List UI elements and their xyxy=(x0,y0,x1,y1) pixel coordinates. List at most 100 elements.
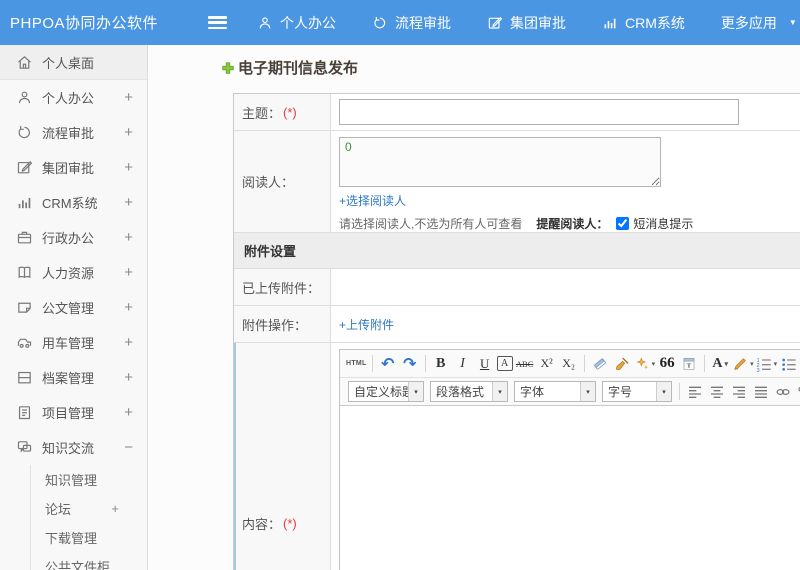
custom-title-select[interactable]: 自定义标题▾ xyxy=(348,381,424,402)
nav-item-CRM系统[interactable]: CRM系统 xyxy=(602,13,685,33)
unlink-icon[interactable] xyxy=(795,382,800,402)
bold-icon[interactable]: B xyxy=(431,354,451,374)
rich-text-editor: HTML↶↷BIUAABCX²X₂▾66A▾▾▾ 自定义标题▾段落格式▾字体▾字… xyxy=(339,349,800,570)
subject-row: 主题： (*) xyxy=(234,94,800,131)
sidebar-item-个人办公[interactable]: 个人办公 + xyxy=(0,80,147,115)
align-justify-icon[interactable] xyxy=(751,382,771,402)
font-color-icon[interactable]: A ▾ xyxy=(710,354,730,374)
app-header: PHPOA协同办公软件 个人办公 流程审批 集团审批 CRM系统 更多应用 ▼ xyxy=(0,0,800,45)
sidebar-item-label: 个人桌面 xyxy=(42,55,95,71)
readers-textarea[interactable]: 0 xyxy=(339,137,661,187)
select-label: 字号 xyxy=(608,385,633,399)
link-icon xyxy=(775,384,791,400)
nav-label: 更多应用 xyxy=(720,14,777,31)
sidebar-item-知识交流[interactable]: 知识交流 − xyxy=(0,430,147,465)
align-right-icon xyxy=(731,384,747,400)
align-left-icon[interactable] xyxy=(685,382,705,402)
html-source-button[interactable]: HTML xyxy=(346,354,367,374)
sidebar-subitem-label: 公共文件柜 xyxy=(45,560,111,570)
menu-icon[interactable] xyxy=(208,16,227,29)
chat-icon xyxy=(16,439,33,456)
sidebar-item-CRM系统[interactable]: CRM系统 + xyxy=(0,185,147,220)
subscript-icon[interactable]: X₂ xyxy=(559,354,579,374)
attach-ops-row: 附件操作： +上传附件 xyxy=(234,306,800,343)
nav-item-个人办公[interactable]: 个人办公 xyxy=(257,13,336,33)
expand-icon[interactable]: + xyxy=(124,264,133,281)
content-cell: HTML↶↷BIUAABCX²X₂▾66A▾▾▾ 自定义标题▾段落格式▾字体▾字… xyxy=(331,343,800,570)
expand-icon[interactable]: + xyxy=(124,89,133,106)
align-right-icon[interactable] xyxy=(729,382,749,402)
sidebar-item-档案管理[interactable]: 档案管理 + xyxy=(0,360,147,395)
sidebar-item-用车管理[interactable]: 用车管理 + xyxy=(0,325,147,360)
caret-down-icon[interactable]: ▾ xyxy=(408,382,423,401)
editor-toolbar-row1: HTML ↶ ↷ B I U A ABC X² X₂ ▾ 66 A ▾ ▾ ▾ xyxy=(340,350,800,378)
sidebar-subitem-label: 论坛 xyxy=(45,502,72,517)
sidebar-subitem-论坛[interactable]: 论坛 + xyxy=(31,494,147,523)
expand-icon[interactable]: − xyxy=(124,439,133,456)
ordered-list-icon[interactable]: ▾ xyxy=(756,354,777,374)
expand-icon[interactable]: + xyxy=(124,194,133,211)
font-style-icon[interactable]: A xyxy=(496,356,513,371)
ol-icon xyxy=(756,356,772,372)
expand-icon[interactable]: + xyxy=(124,124,133,141)
editor-toolbar-row2: 自定义标题▾ 段落格式▾ 字体▾ 字号 ▾ xyxy=(340,378,800,406)
sidebar-item-集团审批[interactable]: 集团审批 + xyxy=(0,150,147,185)
clipboard-icon xyxy=(681,356,697,372)
expand-icon[interactable]: + xyxy=(124,159,133,176)
sidebar-item-label: 档案管理 xyxy=(42,371,95,386)
sidebar-item-项目管理[interactable]: 项目管理 + xyxy=(0,395,147,430)
font-family-select[interactable]: 字体 ▾ xyxy=(514,381,596,402)
uploaded-label: 已上传附件： xyxy=(242,280,321,296)
sms-checkbox[interactable] xyxy=(616,217,630,230)
sms-label: 短消息提示 xyxy=(633,217,694,231)
expand-icon[interactable]: + xyxy=(124,369,133,386)
underline-icon[interactable]: U xyxy=(475,354,495,374)
uploaded-row: 已上传附件： xyxy=(234,269,800,306)
caret-down-icon[interactable]: ▾ xyxy=(580,382,595,401)
nav-item-集团审批[interactable]: 集团审批 xyxy=(487,13,566,33)
upload-attachment-link[interactable]: +上传附件 xyxy=(339,316,394,333)
font-size-select[interactable]: 字号 ▾ xyxy=(602,381,672,402)
italic-icon[interactable]: I xyxy=(453,354,473,374)
expand-icon[interactable]: + xyxy=(124,299,133,316)
sidebar-item-流程审批[interactable]: 流程审批 + xyxy=(0,115,147,150)
paragraph-select[interactable]: 段落格式 ▾ xyxy=(430,381,508,402)
nav-item-流程审批[interactable]: 流程审批 xyxy=(372,13,451,33)
nav-label: 集团审批 xyxy=(510,14,566,31)
expand-icon[interactable]: + xyxy=(124,334,133,351)
format-brush-icon[interactable] xyxy=(612,354,632,374)
sidebar-item-公文管理[interactable]: 公文管理 + xyxy=(0,290,147,325)
choose-readers-link[interactable]: +选择阅读人 xyxy=(339,192,406,209)
caret-down-icon[interactable]: ▾ xyxy=(492,382,507,401)
blockquote-icon[interactable]: 66 xyxy=(657,354,677,374)
unordered-list-icon[interactable] xyxy=(779,354,799,374)
caret-down-icon[interactable]: ▾ xyxy=(656,382,671,401)
align-center-icon[interactable] xyxy=(707,382,727,402)
expand-icon[interactable]: + xyxy=(124,229,133,246)
readers-row: 阅读人： 0 +选择阅读人 请选择阅读人,不选为所有人可查看 提醒阅读人： 短消… xyxy=(234,131,800,233)
sidebar-subitem-下载管理[interactable]: 下载管理 xyxy=(31,523,147,552)
strikethrough-icon[interactable]: ABC xyxy=(515,354,535,374)
sidebar-item-行政办公[interactable]: 行政办公 + xyxy=(0,220,147,255)
sidebar-subitem-知识管理[interactable]: 知识管理 xyxy=(31,465,147,494)
sidebar-subitem-公共文件柜[interactable]: 公共文件柜 xyxy=(31,552,147,570)
link-icon[interactable] xyxy=(773,382,793,402)
subject-input[interactable] xyxy=(339,99,739,125)
superscript-icon[interactable]: X² xyxy=(537,354,557,374)
redo-icon[interactable]: ↷ xyxy=(400,354,420,374)
nav-item-更多应用[interactable]: 更多应用 ▼ xyxy=(721,13,797,33)
undo-icon[interactable]: ↶ xyxy=(378,354,398,374)
autotypeset-icon[interactable]: ▾ xyxy=(634,354,655,374)
expand-icon[interactable]: + xyxy=(111,501,119,516)
paste-text-icon[interactable] xyxy=(679,354,699,374)
project-icon xyxy=(16,404,33,421)
expand-icon[interactable]: + xyxy=(124,404,133,421)
main-content: 电子期刊信息发布 主题： (*) 阅读人： 0 +选择阅读人 请选择阅读人,不选为… xyxy=(149,45,800,570)
editor-content-area[interactable] xyxy=(340,406,800,570)
sidebar-item-label: 人力资源 xyxy=(42,266,95,281)
remove-format-icon[interactable] xyxy=(590,354,610,374)
sidebar-item-个人桌面[interactable]: 个人桌面 xyxy=(0,45,147,80)
sidebar-item-label: 集团审批 xyxy=(42,161,95,176)
sidebar-item-人力资源[interactable]: 人力资源 + xyxy=(0,255,147,290)
highlight-icon[interactable]: ▾ xyxy=(732,354,754,374)
